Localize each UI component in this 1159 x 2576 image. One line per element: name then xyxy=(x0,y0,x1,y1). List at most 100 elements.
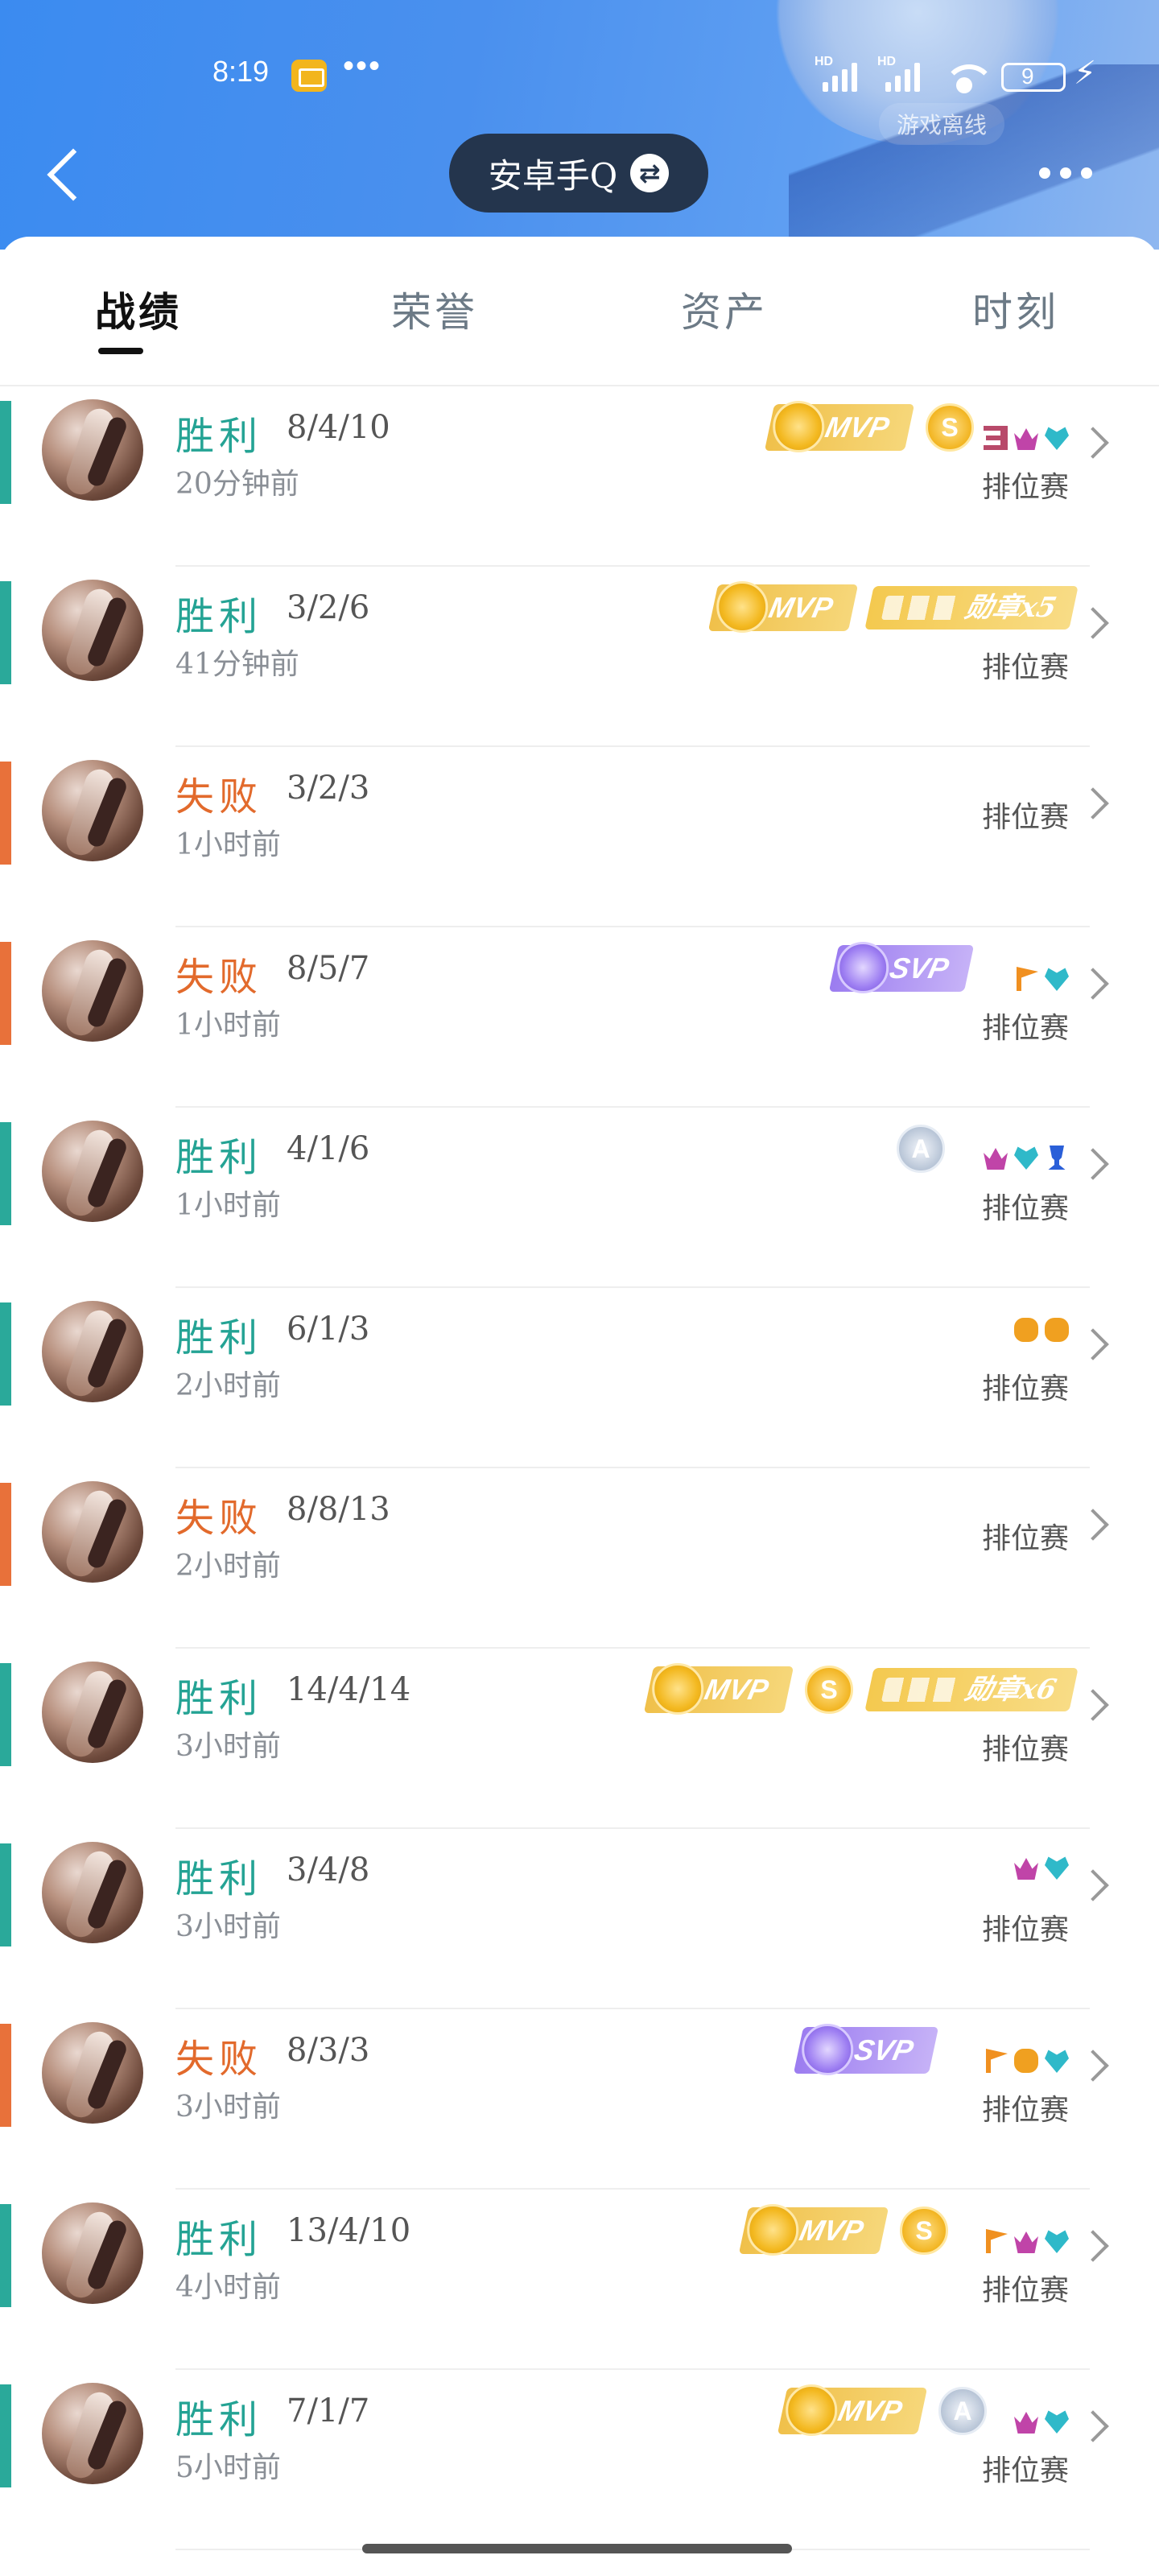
coins-icon xyxy=(1045,1318,1069,1342)
result-bar xyxy=(0,1122,11,1225)
chevron-right-icon xyxy=(1077,1689,1109,1721)
status-bar: 8:19 ••• HD HD 9 ⚡ xyxy=(0,48,1159,105)
achievement-icons xyxy=(1014,1853,1069,1882)
result-bar xyxy=(0,762,11,865)
heal-icon xyxy=(1014,1146,1038,1170)
offline-status: 游戏离线 xyxy=(879,103,1005,145)
match-result: 胜利 xyxy=(175,414,263,459)
home-indicator[interactable] xyxy=(362,2544,792,2553)
match-mode: 排位赛 xyxy=(981,1733,1069,1766)
mvp-badge: MVP xyxy=(707,581,859,633)
badges: MVP 勋章x5 xyxy=(707,580,1079,636)
s-rating-badge: S xyxy=(900,2207,948,2255)
s-rating-badge: S xyxy=(926,403,974,452)
more-options-button[interactable] xyxy=(1033,153,1098,193)
medal-badge: 勋章x5 xyxy=(864,586,1079,630)
swap-icon: ⇄ xyxy=(630,154,670,192)
match-kda: 6/1/3 xyxy=(287,1311,370,1348)
match-row[interactable]: 胜利 13/4/10 4小时前 MVP S 排位赛 xyxy=(0,2190,1159,2370)
match-row[interactable]: 胜利 3/2/6 41分钟前 MVP 勋章x5 排位赛 xyxy=(0,567,1159,747)
match-row[interactable]: 胜利 7/1/7 5小时前 MVP A 排位赛 xyxy=(0,2370,1159,2550)
match-mode: 排位赛 xyxy=(981,1012,1069,1045)
match-result: 失败 xyxy=(175,2037,263,2082)
back-button[interactable] xyxy=(42,142,90,206)
achievement-icons xyxy=(1014,1315,1069,1344)
tab-moments[interactable]: 时刻 xyxy=(972,280,1059,338)
match-result: 失败 xyxy=(175,1496,263,1541)
heal-icon xyxy=(1045,2050,1069,2073)
result-bar xyxy=(0,942,11,1045)
match-row[interactable]: 失败 8/8/13 2小时前 排位赛 xyxy=(0,1468,1159,1649)
match-kda: 8/8/13 xyxy=(287,1491,390,1528)
match-result: 胜利 xyxy=(175,1856,263,1901)
match-mode: 排位赛 xyxy=(981,2274,1069,2307)
chevron-right-icon xyxy=(1077,1328,1109,1360)
match-row[interactable]: 胜利 8/4/10 20分钟前 MVP S 排位赛 xyxy=(0,386,1159,567)
result-bar xyxy=(0,2204,11,2307)
match-time: 1小时前 xyxy=(175,1189,281,1222)
match-row[interactable]: 胜利 6/1/3 2小时前 排位赛 xyxy=(0,1288,1159,1468)
match-time: 3小时前 xyxy=(175,1730,281,1763)
account-switch-button[interactable]: 安卓手Q ⇄ xyxy=(449,134,708,213)
badges: MVP A xyxy=(777,2383,987,2439)
chevron-right-icon xyxy=(1077,968,1109,1000)
result-bar xyxy=(0,401,11,504)
match-mode: 排位赛 xyxy=(981,651,1069,684)
chevron-right-icon xyxy=(1077,1869,1109,1901)
match-kda: 14/4/14 xyxy=(287,1671,411,1708)
match-row[interactable]: 胜利 4/1/6 1小时前 A 排位赛 xyxy=(0,1108,1159,1288)
match-kda: 7/1/7 xyxy=(287,2392,370,2429)
match-row[interactable]: 失败 3/2/3 1小时前 排位赛 xyxy=(0,747,1159,927)
match-row[interactable]: 胜利 3/4/8 3小时前 排位赛 xyxy=(0,1829,1159,2009)
tab-bar: 战绩 荣誉 资产 时刻 xyxy=(0,237,1159,386)
badges: MVP S xyxy=(738,2202,948,2259)
badges: MVP S 勋章x6 xyxy=(643,1662,1079,1718)
hero-avatar xyxy=(42,1842,143,1943)
chevron-right-icon xyxy=(1077,2230,1109,2262)
match-mode: 排位赛 xyxy=(981,1522,1069,1555)
coins-icon xyxy=(1014,1318,1038,1342)
tab-assets[interactable]: 资产 xyxy=(681,280,768,338)
match-time: 1小时前 xyxy=(175,828,281,861)
achievement-icons xyxy=(1014,964,1069,993)
result-bar xyxy=(0,1302,11,1406)
match-time: 3小时前 xyxy=(175,2091,281,2124)
match-result: 失败 xyxy=(175,774,263,819)
result-bar xyxy=(0,2384,11,2487)
match-time: 2小时前 xyxy=(175,1550,281,1583)
match-time: 41分钟前 xyxy=(175,648,299,681)
match-kda: 8/4/10 xyxy=(287,409,390,446)
active-tab-indicator xyxy=(98,348,143,354)
tab-honor[interactable]: 荣誉 xyxy=(391,280,478,338)
match-kda: 3/4/8 xyxy=(287,1852,370,1889)
match-kda: 3/2/6 xyxy=(287,589,370,626)
crown-icon xyxy=(1014,1858,1038,1880)
battery-icon: 9 xyxy=(1001,63,1066,92)
result-bar xyxy=(0,1663,11,1766)
achievement-icons xyxy=(984,1143,1069,1172)
match-row[interactable]: 失败 8/3/3 3小时前 SVP 排位赛 xyxy=(0,2009,1159,2190)
charging-icon: ⚡ xyxy=(1074,55,1097,92)
wifi-icon xyxy=(940,61,995,93)
match-mode: 排位赛 xyxy=(981,1192,1069,1225)
hero-avatar xyxy=(42,580,143,681)
flag-icon xyxy=(1017,967,1038,991)
chevron-right-icon xyxy=(1077,427,1109,459)
hero-avatar xyxy=(42,1121,143,1222)
match-time: 2小时前 xyxy=(175,1369,281,1402)
achievement-icons xyxy=(984,2046,1069,2075)
mvp-badge: MVP xyxy=(764,401,915,452)
crown-icon xyxy=(1014,428,1038,450)
match-row[interactable]: 胜利 14/4/14 3小时前 MVP S 勋章x6 排位赛 xyxy=(0,1649,1159,1829)
match-result: 失败 xyxy=(175,955,263,1000)
match-kda: 8/3/3 xyxy=(287,2032,370,2069)
a-rating-badge: A xyxy=(938,2387,987,2435)
tower-icon xyxy=(1048,1146,1066,1170)
match-time: 20分钟前 xyxy=(175,468,299,501)
tab-record[interactable]: 战绩 xyxy=(95,280,182,338)
badges: SVP xyxy=(793,2022,939,2079)
match-time: 5小时前 xyxy=(175,2451,281,2484)
hero-avatar xyxy=(42,2202,143,2304)
match-row[interactable]: 失败 8/5/7 1小时前 SVP 排位赛 xyxy=(0,927,1159,1108)
chevron-right-icon xyxy=(1077,2050,1109,2082)
